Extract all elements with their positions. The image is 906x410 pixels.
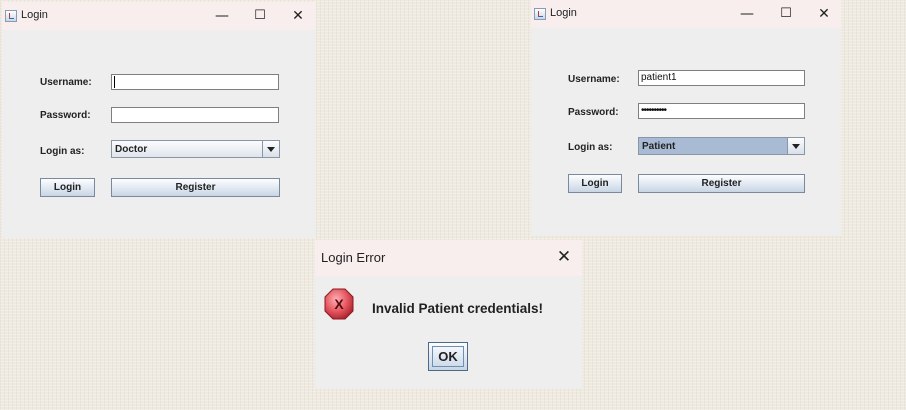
title-bar[interactable]: Login — ☐ ✕ — [2, 2, 316, 30]
ok-button-label: OK — [432, 346, 464, 367]
login-as-dropdown[interactable]: Patient — [638, 137, 805, 155]
username-label: Username: — [568, 74, 620, 85]
error-message: Invalid Patient credentials! — [372, 301, 544, 316]
text-caret — [114, 76, 115, 88]
close-button[interactable]: ✕ — [279, 2, 317, 30]
login-button[interactable]: Login — [568, 174, 622, 193]
login-window-left: Login — ☐ ✕ Username: Password: Login as… — [2, 2, 316, 238]
username-label: Username: — [40, 77, 92, 88]
register-button[interactable]: Register — [111, 178, 280, 197]
window-title: Login — [21, 9, 48, 21]
login-as-selected: Patient — [642, 141, 676, 152]
login-as-label: Login as: — [568, 142, 613, 153]
register-button[interactable]: Register — [638, 174, 805, 193]
chevron-down-icon[interactable] — [262, 141, 279, 157]
login-error-dialog: Login Error ✕ X Invalid Patient credenti… — [315, 240, 582, 388]
login-button[interactable]: Login — [40, 178, 95, 197]
close-button[interactable]: ✕ — [805, 0, 843, 28]
title-bar[interactable]: Login — ☐ ✕ — [531, 0, 841, 28]
dialog-title: Login Error — [321, 250, 386, 265]
maximize-button[interactable]: ☐ — [241, 2, 279, 30]
ok-button[interactable]: OK — [428, 342, 468, 371]
maximize-button[interactable]: ☐ — [767, 0, 805, 28]
password-field[interactable] — [111, 107, 279, 123]
dialog-title-bar[interactable]: Login Error ✕ — [315, 240, 582, 276]
java-app-icon — [534, 8, 546, 20]
chevron-down-icon[interactable] — [787, 138, 804, 154]
login-as-dropdown[interactable]: Doctor — [111, 140, 280, 158]
password-label: Password: — [568, 107, 619, 118]
username-field[interactable] — [111, 74, 279, 90]
login-window-right: Login — ☐ ✕ Username: patient1 Password:… — [531, 0, 841, 236]
close-button[interactable]: ✕ — [552, 245, 576, 269]
java-app-icon — [5, 10, 17, 22]
password-field[interactable]: •••••••••• — [638, 103, 805, 119]
error-icon: X — [324, 288, 354, 320]
window-title: Login — [550, 7, 577, 19]
login-as-label: Login as: — [40, 146, 85, 157]
minimize-button[interactable]: — — [728, 0, 766, 28]
login-as-selected: Doctor — [115, 144, 148, 155]
minimize-button[interactable]: — — [203, 2, 241, 30]
error-icon-glyph: X — [334, 296, 344, 312]
password-label: Password: — [40, 110, 91, 121]
username-field[interactable]: patient1 — [638, 70, 805, 86]
